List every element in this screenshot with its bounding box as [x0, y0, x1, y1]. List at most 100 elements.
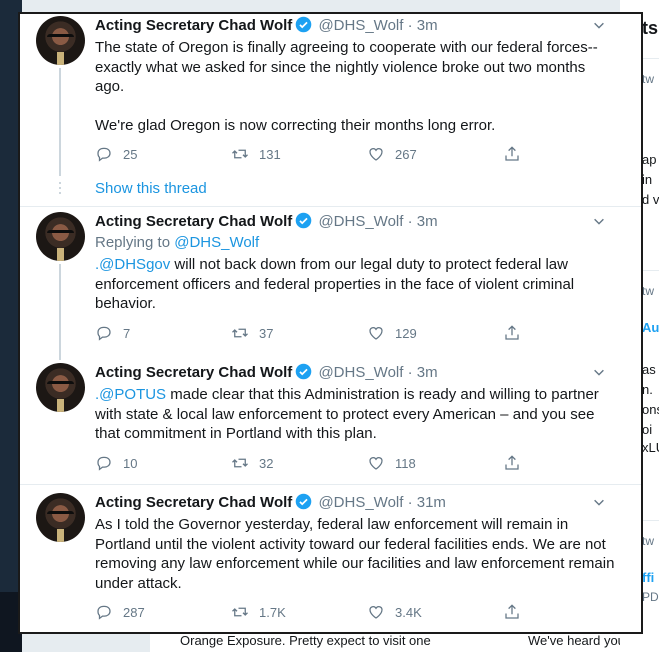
thread-dots [59, 182, 61, 197]
bg-fragment: in [642, 172, 653, 187]
author-handle[interactable]: @DHS_Wolf [318, 494, 403, 511]
verified-badge-icon [295, 16, 312, 33]
divider [20, 206, 641, 207]
tweet-text: .@DHSgov will not back down from our leg… [95, 255, 615, 314]
timestamp[interactable]: 3m [417, 364, 438, 381]
author-name[interactable]: Acting Secretary Chad Wolf [95, 17, 292, 34]
reply-button[interactable]: 287 [95, 602, 145, 622]
tweet-header: Acting Secretary Chad Wolf @DHS_Wolf · 3… [95, 363, 438, 383]
tweet[interactable]: Acting Secretary Chad Wolf @DHS_Wolf · 3… [20, 363, 641, 475]
chevron-down-icon[interactable] [592, 365, 606, 379]
share-button[interactable] [503, 453, 521, 473]
share-icon [505, 146, 519, 161]
timestamp[interactable]: 3m [417, 213, 438, 230]
like-button[interactable]: 118 [367, 453, 416, 473]
verified-badge-icon [295, 363, 312, 380]
author-handle[interactable]: @DHS_Wolf [318, 17, 403, 34]
retweet-button[interactable]: 1.7K [231, 602, 286, 622]
reply-button[interactable]: 7 [95, 323, 130, 343]
separator: · [407, 494, 413, 511]
share-icon [505, 455, 519, 470]
timestamp[interactable]: 31m [417, 494, 446, 511]
like-count: 129 [395, 325, 417, 341]
avatar[interactable] [36, 16, 85, 65]
share-icon [505, 604, 519, 619]
mention-link[interactable]: .@POTUS [95, 386, 166, 403]
avatar[interactable] [36, 493, 85, 542]
show-thread-link[interactable]: Show this thread [95, 180, 207, 197]
tweet-text: The state of Oregon is finally agreeing … [95, 38, 615, 136]
author-name[interactable]: Acting Secretary Chad Wolf [95, 213, 292, 230]
chevron-down-icon[interactable] [592, 18, 606, 32]
tweet[interactable]: Acting Secretary Chad Wolf @DHS_Wolf · 3… [20, 14, 641, 204]
retweet-icon [232, 328, 248, 338]
bg-fragment: oi [642, 422, 653, 437]
reply-count: 7 [123, 325, 131, 341]
reply-button[interactable]: 10 [95, 453, 137, 473]
like-icon [369, 148, 383, 161]
bg-fragment: tw [642, 534, 654, 548]
tweet[interactable]: Acting Secretary Chad Wolf @DHS_Wolf · 3… [20, 212, 641, 360]
retweet-button[interactable]: 37 [231, 323, 273, 343]
bg-fragment: tw [642, 284, 654, 298]
retweet-button[interactable]: 32 [231, 453, 273, 473]
reply-icon [97, 326, 111, 341]
timestamp[interactable]: 3m [417, 17, 438, 34]
bg-fragment: PDX [642, 590, 659, 604]
avatar[interactable] [36, 212, 85, 261]
retweet-count: 32 [259, 455, 274, 471]
share-button[interactable] [503, 323, 521, 343]
reply-count: 287 [123, 604, 145, 620]
chevron-down-icon[interactable] [592, 495, 606, 509]
like-count: 118 [395, 455, 416, 471]
share-button[interactable] [503, 144, 521, 164]
retweet-button[interactable]: 131 [231, 144, 281, 164]
bg-fragment: ap [642, 152, 657, 167]
separator: · [407, 213, 413, 230]
separator: · [407, 17, 413, 34]
bg-fragment: d v [642, 192, 659, 207]
like-count: 267 [395, 146, 417, 162]
like-button[interactable]: 267 [367, 144, 417, 164]
retweet-count: 131 [259, 146, 281, 162]
tweet-body: made clear that this Administration is r… [95, 386, 599, 442]
retweet-icon [232, 458, 248, 468]
reply-icon [97, 456, 111, 471]
like-button[interactable]: 3.4K [367, 602, 422, 622]
chevron-down-icon[interactable] [592, 214, 606, 228]
tweet-paragraph: We're glad Oregon is now correcting thei… [95, 117, 496, 134]
tweet-header: Acting Secretary Chad Wolf @DHS_Wolf · 3… [95, 212, 438, 232]
author-name[interactable]: Acting Secretary Chad Wolf [95, 364, 292, 381]
thread-connector-line [59, 68, 61, 176]
tweet-body: As I told the Governor yesterday, federa… [95, 516, 615, 592]
reply-icon [97, 605, 111, 620]
retweet-icon [232, 607, 248, 617]
author-name[interactable]: Acting Secretary Chad Wolf [95, 494, 292, 511]
bg-fragment: ons [642, 402, 659, 417]
share-button[interactable] [503, 602, 521, 622]
avatar[interactable] [36, 363, 85, 412]
reply-button[interactable]: 25 [95, 144, 137, 164]
tweet-actions: 7 37 129 [95, 323, 535, 343]
separator: · [407, 364, 413, 381]
retweet-icon [232, 149, 248, 159]
like-button[interactable]: 129 [367, 323, 417, 343]
thread-connector-line [59, 264, 61, 360]
bg-fragment: as [642, 362, 656, 377]
tweet-actions: 287 1.7K 3.4K [95, 602, 535, 622]
bg-fragment: tw [642, 72, 654, 86]
tweet-paragraph: The state of Oregon is finally agreeing … [95, 39, 598, 95]
author-handle[interactable]: @DHS_Wolf [318, 213, 403, 230]
mention-link[interactable]: .@DHSgov [95, 256, 170, 273]
replying-to-label: Replying to [95, 234, 171, 251]
replying-to: Replying to @DHS_Wolf [95, 233, 259, 253]
divider [20, 484, 641, 485]
replying-to-handle[interactable]: @DHS_Wolf [174, 234, 259, 251]
verified-badge-icon [295, 493, 312, 510]
share-icon [505, 325, 519, 340]
like-icon [369, 457, 383, 470]
retweet-count: 37 [259, 325, 274, 341]
author-handle[interactable]: @DHS_Wolf [318, 364, 403, 381]
bg-fragment: Orange Exposure. Pretty expect to visit … [180, 633, 431, 648]
tweet[interactable]: Acting Secretary Chad Wolf @DHS_Wolf · 3… [20, 493, 641, 623]
